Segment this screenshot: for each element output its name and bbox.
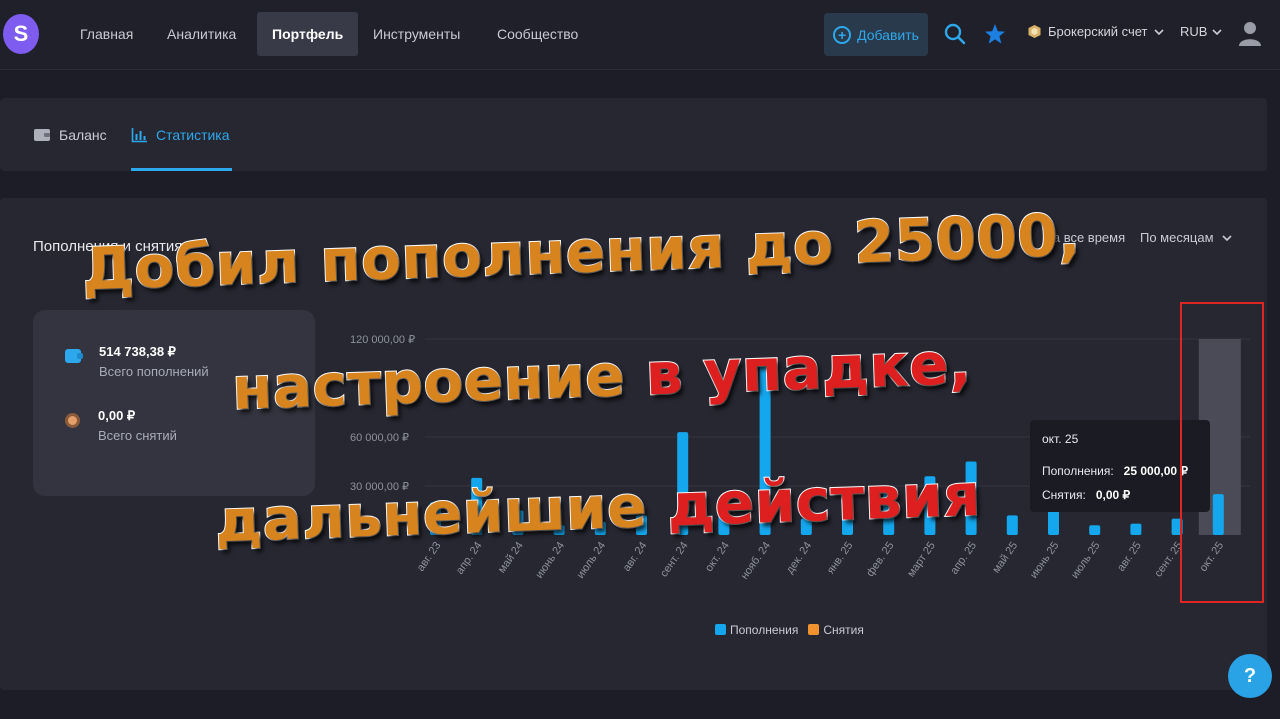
currency-label: RUB [1180,24,1208,39]
x-tick-label: авг. 24 [621,540,650,574]
wallet-icon [34,129,50,141]
bar-deposits[interactable] [553,525,565,535]
top-navigation-bar: S Главная Аналитика Портфель Инструменты… [0,0,1280,70]
x-tick-label: окт. 24 [703,540,732,574]
currency-selector[interactable]: RUB [1180,24,1223,39]
tooltip-deposits-label: Пополнения: [1042,464,1114,478]
x-tick-label: июнь 25 [1028,540,1062,581]
legend-swatch [715,624,726,635]
x-tick-label: апр. 24 [454,540,485,577]
tab-statistics-label: Статистика [156,126,230,143]
summary-withdrawals: 0,00 ₽ Всего снятий [65,408,177,443]
x-tick-label: май 25 [990,540,1020,576]
bar-deposits[interactable] [636,515,647,535]
tooltip-deposits-row: Пополнения: 25 000,00 ₽ [1042,464,1188,478]
total-withdrawals-value: 0,00 ₽ [98,408,136,423]
bar-deposits[interactable] [1089,525,1101,535]
summary-deposits: 514 738,38 ₽ Всего пополнений [65,344,209,379]
legend-swatch [808,624,820,635]
chevron-down-icon [1153,28,1164,35]
chevron-down-icon [1212,28,1223,35]
x-tick-label: апр. 25 [948,540,979,577]
x-tick-label: сент. 24 [658,540,691,580]
chart-legend: Пополнения Снятия [715,623,864,637]
x-tick-label: июль 24 [575,540,609,581]
y-tick-label: 30 000,00 ₽ [350,481,409,493]
y-tick-label: 60 000,00 ₽ [350,432,409,444]
bar-deposits[interactable] [800,518,812,535]
total-deposits-value: 514 738,38 ₽ [99,344,176,359]
grouping-filter-label: По месяцам [1140,230,1214,245]
total-deposits-label: Всего пополнений [99,364,209,379]
tooltip-withdrawals-value: 0,00 ₽ [1095,488,1131,502]
nav-item-home[interactable]: Главная [65,12,148,56]
user-avatar-icon[interactable] [1238,20,1262,48]
coin-icon [65,413,80,428]
add-button[interactable]: + Добавить [824,13,928,56]
x-tick-label: янв. 25 [825,540,856,577]
period-filter[interactable]: За все время [1045,230,1125,245]
bar-deposits[interactable] [677,432,689,535]
y-tick-label: 120 000,00 ₽ [350,334,415,346]
x-tick-label: март 25 [905,540,938,580]
highlight-frame [1180,302,1264,603]
nav-item-community[interactable]: Сообщество [482,12,593,56]
nav-item-portfolio[interactable]: Портфель [257,12,359,56]
x-tick-label: авг. 23 [415,540,444,574]
search-icon[interactable] [942,20,968,48]
bar-deposits[interactable] [594,521,606,535]
add-button-label: Добавить [857,26,919,43]
bar-deposits[interactable] [718,505,730,535]
tab-balance[interactable]: Баланс [33,98,107,171]
nav-item-instruments[interactable]: Инструменты [358,12,475,56]
x-tick-label: нояб. 24 [739,540,773,582]
x-tick-label: фев. 25 [864,540,896,579]
tab-balance-label: Баланс [59,126,107,143]
bar-deposits[interactable] [883,492,895,535]
bar-chart-icon [131,127,147,142]
bar-deposits[interactable] [471,477,483,535]
tooltip-deposits-value: 25 000,00 ₽ [1123,464,1189,478]
tooltip-title: окт. 25 [1042,432,1079,446]
total-withdrawals-label: Всего снятий [98,428,177,443]
nav-item-analytics[interactable]: Аналитика [152,12,251,56]
bar-deposits[interactable] [430,502,441,535]
tab-statistics[interactable]: Статистика [131,98,232,171]
plus-circle-icon: + [833,25,852,44]
legend-item-deposits[interactable]: Пополнения [715,623,798,637]
bar-deposits[interactable] [1006,515,1018,535]
tooltip-withdrawals-row: Снятия: 0,00 ₽ [1042,488,1130,502]
panel-title: Пополнения и снятия [33,238,183,255]
app-logo[interactable]: S [3,14,39,54]
help-button[interactable]: ? [1228,654,1272,698]
x-tick-label: дек. 24 [784,540,814,576]
summary-card: 514 738,38 ₽ Всего пополнений 0,00 ₽ Все… [33,310,315,496]
legend-label: Пополнения [730,623,799,637]
x-tick-label: май 24 [496,540,526,576]
bar-deposits[interactable] [1130,523,1142,535]
x-tick-label: июнь 24 [533,540,567,581]
bar-deposits[interactable] [924,476,936,535]
grouping-filter[interactable]: По месяцам [1140,230,1232,245]
bar-deposits[interactable] [759,363,771,536]
bar-deposits[interactable] [965,461,977,536]
account-selector[interactable]: Брокерский счет [1027,24,1164,39]
wallet-icon [65,349,83,363]
x-tick-label: авг. 25 [1115,540,1144,574]
legend-item-withdrawals[interactable]: Снятия [808,623,864,637]
active-tab-indicator [131,168,232,171]
bar-deposits[interactable] [512,510,524,536]
account-label: Брокерский счет [1048,24,1148,39]
chevron-down-icon [1221,234,1232,241]
legend-label: Снятия [823,623,864,637]
briefcase-icon [1028,25,1041,38]
x-tick-label: июль 25 [1069,540,1103,581]
tooltip-withdrawals-label: Снятия: [1042,488,1086,502]
portfolio-tabs-panel: Баланс Статистика [0,98,1267,171]
bar-deposits[interactable] [842,502,853,535]
star-icon[interactable] [982,20,1008,48]
